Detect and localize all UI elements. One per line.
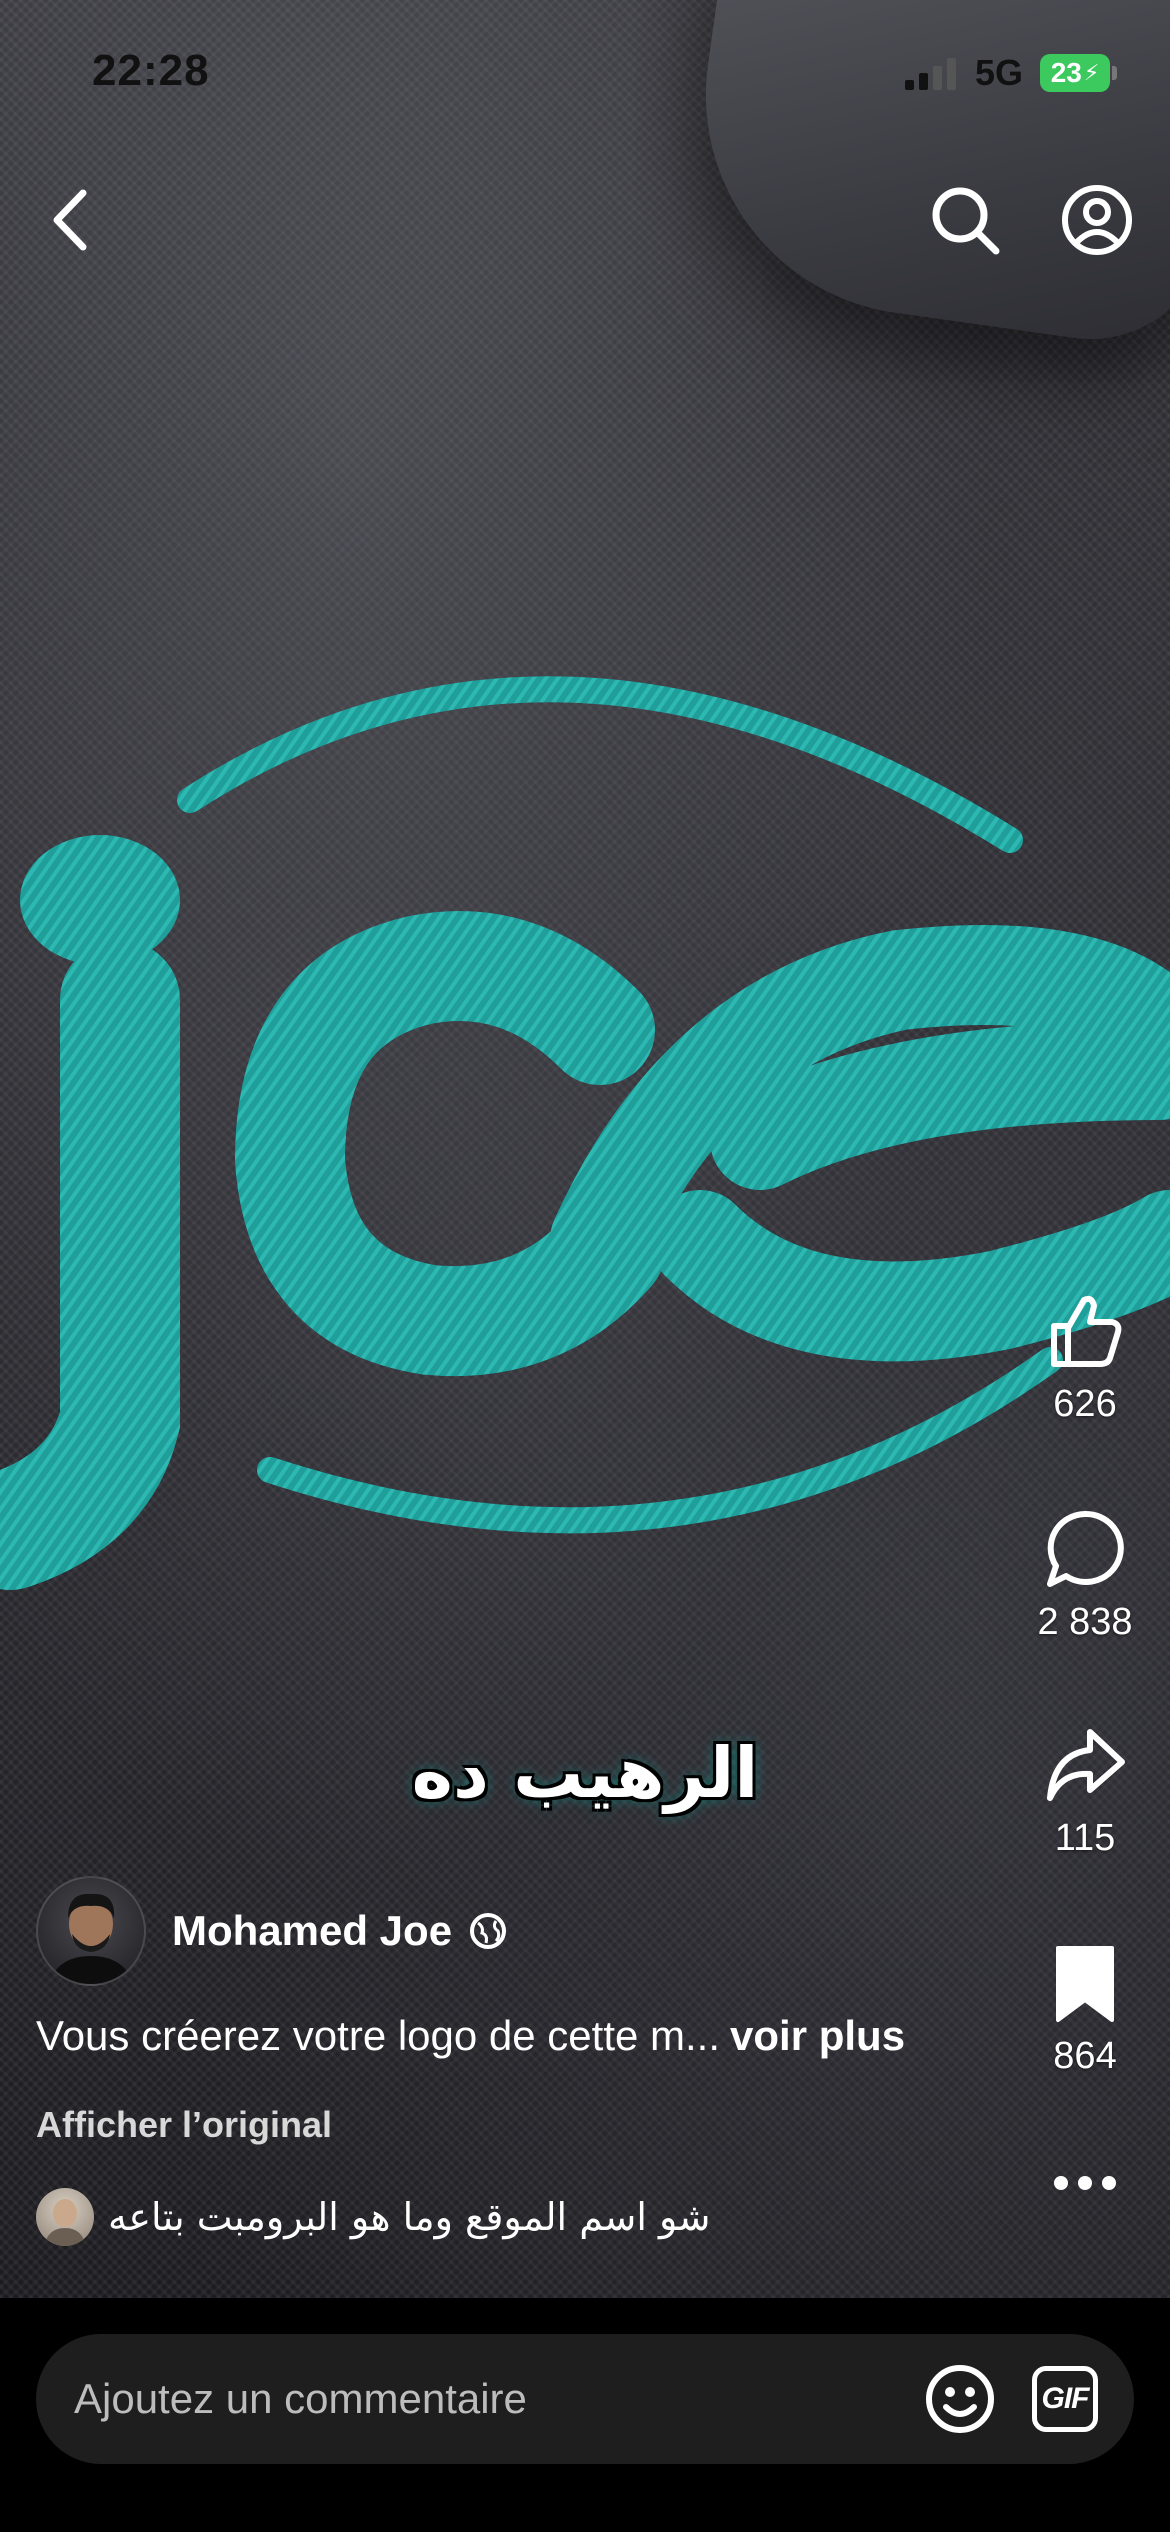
embroidered-logo <box>0 676 1170 1590</box>
comment-count: 2 838 <box>1037 1601 1133 1643</box>
author-photo <box>48 1893 134 1984</box>
battery-icon: 23 ⚡ <box>1040 54 1110 92</box>
network-type: 5G <box>975 52 1024 93</box>
show-original-link[interactable]: Afficher l’original <box>36 2104 332 2146</box>
back-button[interactable] <box>30 180 110 260</box>
status-bar: 22:28 5G 23 ⚡ <box>0 0 1170 150</box>
profile-button[interactable] <box>1057 180 1137 260</box>
comment-button[interactable]: 2 838 <box>1000 1508 1170 1644</box>
bookmark-icon <box>1056 1946 1114 2022</box>
video-caption: الرهيب ده <box>411 1732 759 1814</box>
author-name[interactable]: Mohamed Joe <box>172 1907 452 1955</box>
chevron-left-icon <box>53 189 87 251</box>
like-button[interactable]: 626 <box>1000 1290 1170 1426</box>
like-count: 626 <box>1053 1383 1117 1425</box>
status-time: 22:28 <box>92 46 210 95</box>
comment-bubble-icon <box>1047 1510 1124 1587</box>
more-options-button[interactable] <box>1000 2158 1170 2213</box>
comment-placeholder: Ajoutez un commentaire <box>74 2375 527 2422</box>
save-count: 864 <box>1053 2035 1117 2077</box>
comment-input[interactable]: Ajoutez un commentaire GIF <box>36 2334 1134 2464</box>
post-author[interactable]: Mohamed Joe <box>36 1876 508 1986</box>
battery-level: 23 <box>1050 57 1082 88</box>
emoji-icon[interactable] <box>924 2363 996 2435</box>
gif-label: GIF <box>1041 2382 1090 2415</box>
commenter-avatar <box>36 2188 94 2246</box>
globe-icon <box>470 1913 507 1949</box>
charging-icon: ⚡ <box>1083 60 1100 85</box>
see-more-link[interactable]: voir plus <box>730 2012 905 2059</box>
commenter-photo <box>44 2199 86 2246</box>
share-arrow-icon <box>1047 1729 1125 1801</box>
battery-cap <box>1112 66 1117 80</box>
share-button[interactable]: 115 <box>1000 1724 1170 1860</box>
user-circle-icon <box>1062 185 1132 255</box>
top-comment-preview[interactable]: شو اسم الموقع وما هو البرومبت بتاعه <box>36 2188 710 2246</box>
save-button[interactable]: 864 <box>1000 1942 1170 2078</box>
thumbs-up-icon <box>1051 1295 1122 1367</box>
top-comment-text: شو اسم الموقع وما هو البرومبت بتاعه <box>108 2195 711 2239</box>
post-description[interactable]: Vous créerez votre logo de cette m... voi… <box>36 2012 905 2060</box>
search-icon <box>932 187 1000 255</box>
more-dots-icon <box>1054 2176 1116 2190</box>
signal-icon <box>905 58 956 90</box>
search-button[interactable] <box>925 180 1005 260</box>
share-count: 115 <box>1054 1817 1116 1859</box>
gif-button[interactable]: GIF <box>1032 2366 1098 2432</box>
comment-bar: Ajoutez un commentaire GIF <box>0 2298 1170 2532</box>
avatar[interactable] <box>36 1876 146 1986</box>
description-text: Vous créerez votre logo de cette m... <box>36 2012 721 2059</box>
